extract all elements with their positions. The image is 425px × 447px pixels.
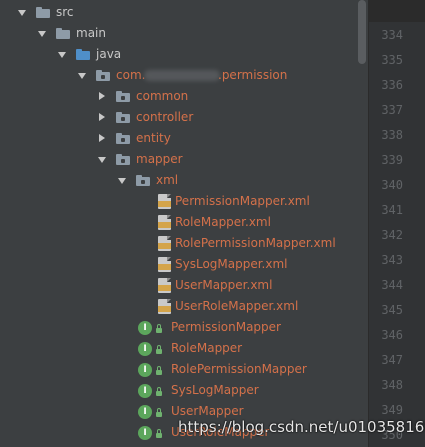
line-number-gutter: 334 335 336 337 338 339 340 341 342 343 344 345 346 3… xyxy=(368,22,425,447)
package-icon xyxy=(116,91,130,102)
tree-row-label: com. xyxy=(116,68,146,82)
tree-row[interactable]: I SysLogMapper xyxy=(0,380,356,401)
access-lock-icon xyxy=(156,324,162,333)
redacted-package-segment xyxy=(144,70,220,81)
tree-row[interactable]: RoleMapper.xml xyxy=(0,212,356,233)
interface-icon: I xyxy=(138,342,152,356)
folder-icon xyxy=(36,7,50,18)
tree-row-label: mapper xyxy=(136,152,183,166)
tree-row[interactable]: entity xyxy=(0,128,356,149)
line-number: 340 xyxy=(381,178,403,192)
tree-row-label: RoleMapper xyxy=(171,341,243,355)
tree-row[interactable]: I RolePermissionMapper xyxy=(0,359,356,380)
project-tree: src main java com. .permission common controll… xyxy=(0,0,368,447)
tree-row-label: src xyxy=(56,5,74,19)
tree-row-label: RoleMapper.xml xyxy=(175,215,271,229)
tree-row-label: SysLogMapper xyxy=(171,383,259,397)
xml-file-icon xyxy=(158,215,171,230)
access-lock-icon xyxy=(156,345,162,354)
line-number: 349 xyxy=(381,403,403,417)
tree-row-label: RolePermissionMapper xyxy=(171,362,307,376)
tree-row[interactable]: controller xyxy=(0,107,356,128)
tree-row-label-tail: .permission xyxy=(218,68,288,82)
line-number: 342 xyxy=(381,228,403,242)
tree-row[interactable]: PermissionMapper.xml xyxy=(0,191,356,212)
access-lock-icon xyxy=(156,429,162,438)
watermark: https://blog.csdn.net/u010358168 xyxy=(178,418,425,436)
chevron-down-icon[interactable] xyxy=(78,73,86,79)
access-lock-icon xyxy=(156,387,162,396)
line-number: 339 xyxy=(381,153,403,167)
access-lock-icon xyxy=(156,408,162,417)
interface-icon: I xyxy=(138,321,152,335)
chevron-down-icon[interactable] xyxy=(98,157,106,163)
package-icon xyxy=(116,133,130,144)
interface-icon: I xyxy=(138,426,152,440)
xml-file-icon xyxy=(158,257,171,272)
chevron-right-icon[interactable] xyxy=(99,113,105,121)
line-number: 346 xyxy=(381,328,403,342)
tree-row-label: RolePermissionMapper.xml xyxy=(175,236,336,250)
interface-icon: I xyxy=(138,384,152,398)
chevron-down-icon[interactable] xyxy=(38,31,46,37)
line-number: 345 xyxy=(381,303,403,317)
line-number: 334 xyxy=(381,28,403,42)
gutter-header xyxy=(368,0,425,22)
tree-row-label: UserRoleMapper.xml xyxy=(175,299,299,313)
package-icon xyxy=(116,154,130,165)
tree-row[interactable]: UserMapper.xml xyxy=(0,275,356,296)
line-number: 343 xyxy=(381,253,403,267)
tree-row-label: SysLogMapper.xml xyxy=(175,257,288,271)
tree-row-label: PermissionMapper xyxy=(171,320,281,334)
chevron-right-icon[interactable] xyxy=(99,92,105,100)
line-number: 348 xyxy=(381,378,403,392)
tree-row-label: PermissionMapper.xml xyxy=(175,194,310,208)
interface-icon: I xyxy=(138,363,152,377)
folder-icon xyxy=(56,28,70,39)
xml-file-icon xyxy=(158,194,171,209)
chevron-right-icon[interactable] xyxy=(99,134,105,142)
tree-row[interactable]: mapper xyxy=(0,149,356,170)
line-number: 337 xyxy=(381,103,403,117)
line-number: 341 xyxy=(381,203,403,217)
tree-row-label: controller xyxy=(136,110,194,124)
xml-file-icon xyxy=(158,299,171,314)
line-number: 344 xyxy=(381,278,403,292)
interface-icon: I xyxy=(138,405,152,419)
line-number: 335 xyxy=(381,53,403,67)
chevron-down-icon[interactable] xyxy=(18,10,26,16)
tree-row[interactable]: main xyxy=(0,23,356,44)
folder-icon xyxy=(76,49,90,60)
package-icon xyxy=(116,112,130,123)
xml-file-icon xyxy=(158,236,171,251)
tree-row[interactable]: UserRoleMapper.xml xyxy=(0,296,356,317)
line-number: 336 xyxy=(381,78,403,92)
tree-row[interactable]: I PermissionMapper xyxy=(0,317,356,338)
chevron-down-icon[interactable] xyxy=(118,178,126,184)
tree-row-label: UserMapper.xml xyxy=(175,278,273,292)
line-number: 338 xyxy=(381,128,403,142)
tree-row-label: main xyxy=(76,26,106,40)
tree-row[interactable]: com. .permission xyxy=(0,65,356,86)
tree-row[interactable]: xml xyxy=(0,170,356,191)
package-icon xyxy=(96,70,110,81)
chevron-down-icon[interactable] xyxy=(58,52,66,58)
tree-row-label: entity xyxy=(136,131,171,145)
tree-row[interactable]: common xyxy=(0,86,356,107)
access-lock-icon xyxy=(156,366,162,375)
tree-row-label: xml xyxy=(156,173,179,187)
tree-row[interactable]: RolePermissionMapper.xml xyxy=(0,233,356,254)
line-number: 347 xyxy=(381,353,403,367)
vertical-scrollbar[interactable] xyxy=(358,0,366,64)
tree-row[interactable]: java xyxy=(0,44,356,65)
xml-file-icon xyxy=(158,278,171,293)
tree-row-label: java xyxy=(96,47,122,61)
tree-row[interactable]: SysLogMapper.xml xyxy=(0,254,356,275)
package-icon xyxy=(136,175,150,186)
tree-row-label: common xyxy=(136,89,189,103)
tree-row[interactable]: src xyxy=(0,2,356,23)
tree-row[interactable]: I RoleMapper xyxy=(0,338,356,359)
